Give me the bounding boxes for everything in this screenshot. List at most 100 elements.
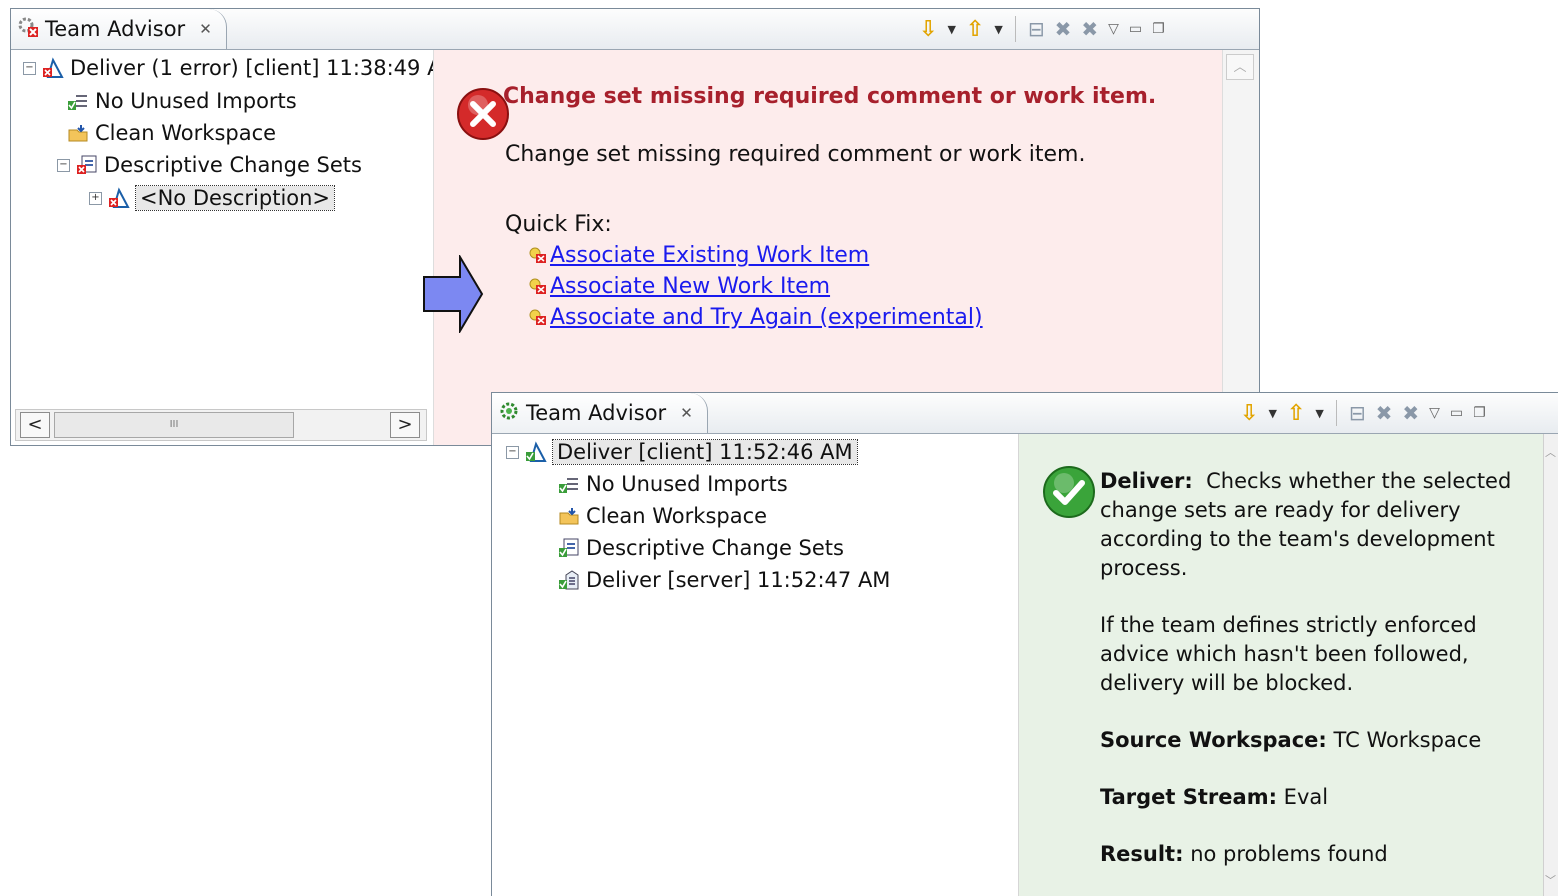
team-advisor-view-ok: Team Advisor ✕ ⇩ ▼ ⇧ ▼ ⊟ ✖ ✖ ▽ ▭ ❐ − Deliv… — [491, 392, 1558, 896]
tree-label-selected: <No Description> — [134, 185, 336, 211]
link-label[interactable]: Associate Existing Work Item — [550, 243, 869, 268]
scroll-down-button[interactable]: ﹀ — [1545, 872, 1556, 888]
workspace-icon — [558, 505, 580, 527]
next-dropdown-icon[interactable]: ▼ — [1268, 407, 1276, 420]
enforced-text: If the team defines strictly enforced ad… — [1100, 613, 1477, 695]
quick-fix-icon — [528, 277, 548, 297]
collapse-all-icon[interactable]: ⊟ — [1349, 401, 1366, 425]
right-arrow-icon — [423, 255, 484, 333]
error-icon — [456, 87, 510, 145]
deliver-ok-icon — [525, 441, 547, 463]
tree-label: No Unused Imports — [586, 472, 788, 496]
quick-fix-associate-try-again[interactable]: Associate and Try Again (experimental) — [528, 305, 983, 330]
maximize-icon[interactable]: ❐ — [1473, 405, 1486, 421]
source-value: TC Workspace — [1333, 728, 1482, 752]
horizontal-scrollbar[interactable]: < III > — [15, 409, 427, 441]
scroll-up-button[interactable]: ︿ — [1226, 54, 1254, 80]
tree-row-descriptive-change-sets[interactable]: − Descriptive Change Sets — [57, 150, 362, 180]
maximize-icon[interactable]: ❐ — [1152, 21, 1165, 37]
link-label[interactable]: Associate New Work Item — [550, 274, 830, 299]
remove-icon[interactable]: ✖ — [1376, 401, 1393, 425]
view-toolbar: ⇩ ▼ ⇧ ▼ ⊟ ✖ ✖ ▽ ▭ ❐ — [1240, 393, 1486, 433]
tab-team-advisor[interactable]: Team Advisor ✕ — [492, 393, 708, 433]
tree-label-selected: Deliver [client] 11:52:46 AM — [552, 439, 858, 465]
quick-fix-icon — [528, 246, 548, 266]
workspace-icon — [67, 122, 89, 144]
tree-label: No Unused Imports — [95, 89, 297, 113]
tree-label: Descriptive Change Sets — [586, 536, 844, 560]
tree-label: Clean Workspace — [586, 504, 768, 528]
tree-row-root[interactable]: − Deliver [client] 11:52:46 AM — [506, 437, 858, 467]
next-dropdown-icon[interactable]: ▼ — [947, 23, 955, 36]
tab-title: Team Advisor — [45, 17, 186, 41]
source-workspace: Source Workspace: TC Workspace — [1100, 726, 1520, 755]
vertical-scrollbar[interactable]: ︿ ﹀ — [1543, 434, 1558, 896]
link-label[interactable]: Associate and Try Again (experimental) — [550, 305, 983, 330]
tree-label: Deliver [server] 11:52:47 AM — [586, 568, 891, 592]
remove-all-icon[interactable]: ✖ — [1081, 17, 1098, 41]
previous-dropdown-icon[interactable]: ▼ — [1315, 407, 1323, 420]
tab-bar: Team Advisor ✕ ⇩ ▼ ⇧ ▼ ⊟ ✖ ✖ ▽ ▭ ❐ — [492, 393, 1558, 434]
deliver-label: Deliver: — [1100, 469, 1193, 493]
change-sets-ok-icon — [558, 537, 580, 559]
view-toolbar: ⇩ ▼ ⇧ ▼ ⊟ ✖ ✖ ▽ ▭ ❐ — [919, 9, 1165, 49]
result: Result: no problems found — [1100, 840, 1520, 869]
result-value: no problems found — [1190, 842, 1388, 866]
tree-row-clean-workspace[interactable]: Clean Workspace — [67, 118, 276, 148]
tree-label: Clean Workspace — [95, 121, 277, 145]
quick-fix-icon — [528, 308, 548, 328]
close-tab-icon[interactable]: ✕ — [199, 20, 212, 38]
target-value: Eval — [1283, 785, 1329, 809]
tree-row-deliver-server[interactable]: Deliver [server] 11:52:47 AM — [558, 565, 890, 595]
tab-title: Team Advisor — [526, 401, 667, 425]
scroll-left-button[interactable]: < — [20, 412, 50, 438]
remove-icon[interactable]: ✖ — [1055, 17, 1072, 41]
tree-row-root[interactable]: − Deliver (1 error) [client] 11:38:49 A — [23, 53, 441, 83]
collapse-icon[interactable]: − — [57, 158, 70, 172]
quick-fix-associate-existing[interactable]: Associate Existing Work Item — [528, 243, 869, 268]
tree-row-no-unused-imports[interactable]: No Unused Imports — [558, 469, 788, 499]
tree-row-clean-workspace[interactable]: Clean Workspace — [558, 501, 767, 531]
error-title: Change set missing required comment or w… — [503, 84, 1157, 109]
previous-icon[interactable]: ⇧ — [966, 17, 984, 42]
collapse-all-icon[interactable]: ⊟ — [1028, 17, 1045, 41]
tree-label: Deliver (1 error) [client] 11:38:49 A — [70, 56, 442, 80]
vertical-scrollbar[interactable]: ︿ — [1222, 50, 1259, 445]
collapse-icon[interactable]: − — [506, 445, 519, 459]
minimize-icon[interactable]: ▭ — [1450, 405, 1463, 421]
toolbar-separator — [1335, 400, 1337, 426]
tree-row-descriptive-change-sets[interactable]: Descriptive Change Sets — [558, 533, 844, 563]
imports-icon — [67, 90, 89, 112]
source-label: Source Workspace: — [1100, 728, 1327, 752]
collapse-icon[interactable]: − — [23, 61, 36, 75]
tree-row-no-description[interactable]: + <No Description> — [89, 183, 336, 213]
quick-fix-label: Quick Fix: — [505, 212, 612, 237]
minimize-icon[interactable]: ▭ — [1129, 21, 1142, 37]
view-menu-icon[interactable]: ▽ — [1429, 405, 1440, 421]
result-label: Result: — [1100, 842, 1184, 866]
close-tab-icon[interactable]: ✕ — [680, 404, 693, 422]
previous-dropdown-icon[interactable]: ▼ — [994, 23, 1002, 36]
previous-icon[interactable]: ⇧ — [1287, 401, 1305, 426]
next-icon[interactable]: ⇩ — [1240, 401, 1258, 426]
quick-fix-associate-new[interactable]: Associate New Work Item — [528, 274, 830, 299]
team-advisor-view-error: Team Advisor ✕ ⇩ ▼ ⇧ ▼ ⊟ ✖ ✖ ▽ ▭ ❐ − Deliv… — [10, 8, 1260, 446]
tree-label: Descriptive Change Sets — [104, 153, 362, 177]
tree-row-no-unused-imports[interactable]: No Unused Imports — [67, 86, 297, 116]
expand-icon[interactable]: + — [89, 191, 102, 205]
tab-team-advisor[interactable]: Team Advisor ✕ — [11, 9, 227, 49]
scroll-thumb[interactable]: III — [54, 412, 294, 438]
deliver-info: Deliver: Checks whether the selected cha… — [1100, 467, 1520, 896]
next-icon[interactable]: ⇩ — [919, 17, 937, 42]
view-menu-icon[interactable]: ▽ — [1108, 21, 1119, 37]
imports-icon — [558, 473, 580, 495]
scroll-up-button[interactable]: ︿ — [1545, 444, 1556, 460]
scroll-right-button[interactable]: > — [390, 412, 420, 438]
server-ok-icon — [558, 569, 580, 591]
toolbar-separator — [1014, 16, 1016, 42]
change-sets-error-icon — [76, 154, 98, 176]
team-advisor-icon — [17, 16, 39, 43]
deliver-error-icon — [42, 57, 64, 79]
team-advisor-icon — [498, 400, 520, 427]
remove-all-icon[interactable]: ✖ — [1402, 401, 1419, 425]
